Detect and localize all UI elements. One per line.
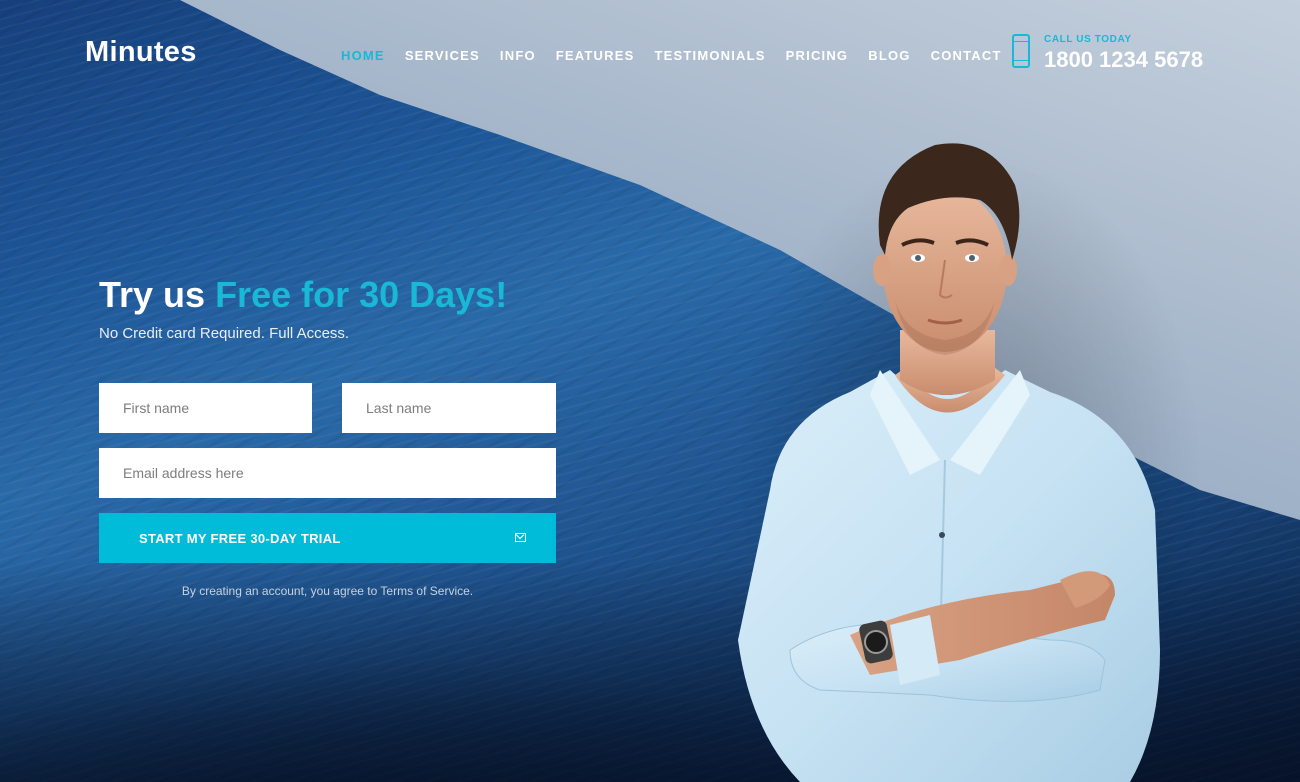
hero-subhead: No Credit card Required. Full Access.	[99, 325, 350, 342]
nav-item-info[interactable]: INFO	[500, 48, 536, 63]
start-trial-label: START MY FREE 30-DAY TRIAL	[139, 530, 341, 546]
smartphone-icon	[1012, 34, 1030, 68]
last-name-input[interactable]	[342, 383, 556, 433]
nav-item-blog[interactable]: BLOG	[868, 48, 910, 63]
main-nav: HOME SERVICES INFO FEATURES TESTIMONIALS…	[341, 48, 1022, 63]
envelope-icon	[515, 533, 526, 542]
hero-headline-prefix: Try us	[99, 274, 216, 315]
nav-item-contact[interactable]: CONTACT	[931, 48, 1002, 63]
call-us-block: CALL US TODAY 1800 1234 5678	[1012, 34, 1203, 74]
call-us-label: CALL US TODAY	[1044, 34, 1132, 45]
call-us-text: CALL US TODAY 1800 1234 5678	[1044, 34, 1203, 74]
terms-text: By creating an account, you agree to Ter…	[181, 584, 474, 598]
email-input[interactable]	[99, 448, 556, 498]
nav-item-home[interactable]: HOME	[341, 48, 385, 63]
brand-logo[interactable]: Minutes	[85, 36, 197, 69]
hero-headline: Try us Free for 30 Days!	[99, 274, 507, 316]
first-name-input[interactable]	[99, 383, 312, 433]
phone-number[interactable]: 1800 1234 5678	[1044, 46, 1203, 74]
nav-item-features[interactable]: FEATURES	[556, 48, 635, 63]
hero-section: Minutes HOME SERVICES INFO FEATURES TEST…	[0, 0, 1300, 782]
nav-item-testimonials[interactable]: TESTIMONIALS	[654, 48, 765, 63]
nav-item-services[interactable]: SERVICES	[405, 48, 480, 63]
start-trial-button[interactable]: START MY FREE 30-DAY TRIAL	[99, 513, 556, 563]
hero-headline-accent: Free for 30 Days!	[215, 274, 508, 315]
nav-item-pricing[interactable]: PRICING	[786, 48, 849, 63]
person-photo	[738, 143, 1160, 782]
